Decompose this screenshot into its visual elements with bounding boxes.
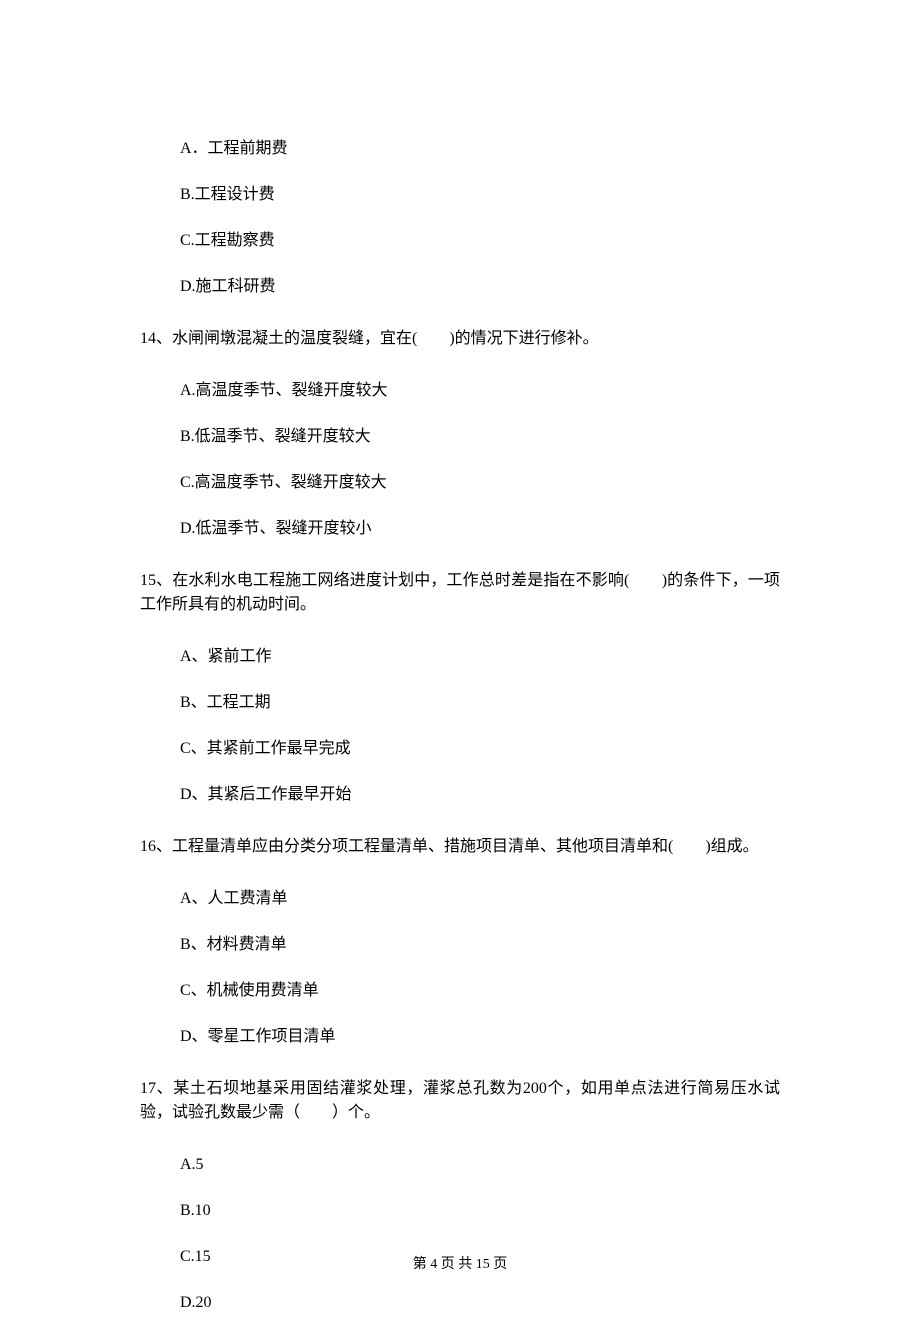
q14-option-d: D.低温季节、裂缝开度较小 — [180, 517, 780, 541]
q16-option-b: B、材料费清单 — [180, 933, 780, 957]
q13-options: A．工程前期费 B.工程设计费 C.工程勘察费 D.施工科研费 — [140, 137, 780, 299]
q15-option-a: A、紧前工作 — [180, 645, 780, 669]
q17-stem: 17、某土石坝地基采用固结灌浆处理，灌浆总孔数为200个，如用单点法进行简易压水… — [140, 1077, 780, 1125]
page-footer: 第 4 页 共 15 页 — [0, 1254, 920, 1275]
q16-option-d: D、零星工作项目清单 — [180, 1025, 780, 1049]
q13-option-b: B.工程设计费 — [180, 183, 780, 207]
q17-options: A.5 B.10 C.15 D.20 — [140, 1153, 780, 1315]
q13-option-d: D.施工科研费 — [180, 275, 780, 299]
q14-options: A.高温度季节、裂缝开度较大 B.低温季节、裂缝开度较大 C.高温度季节、裂缝开… — [140, 379, 780, 541]
q15-option-b: B、工程工期 — [180, 691, 780, 715]
q14-option-b: B.低温季节、裂缝开度较大 — [180, 425, 780, 449]
q17-option-b: B.10 — [180, 1199, 780, 1223]
q16-option-c: C、机械使用费清单 — [180, 979, 780, 1003]
q15-options: A、紧前工作 B、工程工期 C、其紧前工作最早完成 D、其紧后工作最早开始 — [140, 645, 780, 807]
q15-option-d: D、其紧后工作最早开始 — [180, 783, 780, 807]
q17-option-d: D.20 — [180, 1291, 780, 1315]
page-container: A．工程前期费 B.工程设计费 C.工程勘察费 D.施工科研费 14、水闸闸墩混… — [0, 0, 920, 1315]
q16-stem: 16、工程量清单应由分类分项工程量清单、措施项目清单、其他项目清单和( )组成。 — [140, 835, 780, 859]
q13-option-a: A．工程前期费 — [180, 137, 780, 161]
q16-options: A、人工费清单 B、材料费清单 C、机械使用费清单 D、零星工作项目清单 — [140, 887, 780, 1049]
q14-stem: 14、水闸闸墩混凝土的温度裂缝，宜在( )的情况下进行修补。 — [140, 327, 780, 351]
q13-option-c: C.工程勘察费 — [180, 229, 780, 253]
q16-option-a: A、人工费清单 — [180, 887, 780, 911]
q14-option-c: C.高温度季节、裂缝开度较大 — [180, 471, 780, 495]
q15-option-c: C、其紧前工作最早完成 — [180, 737, 780, 761]
q14-option-a: A.高温度季节、裂缝开度较大 — [180, 379, 780, 403]
q15-stem: 15、在水利水电工程施工网络进度计划中，工作总时差是指在不影响( )的条件下，一… — [140, 569, 780, 617]
q17-option-a: A.5 — [180, 1153, 780, 1177]
